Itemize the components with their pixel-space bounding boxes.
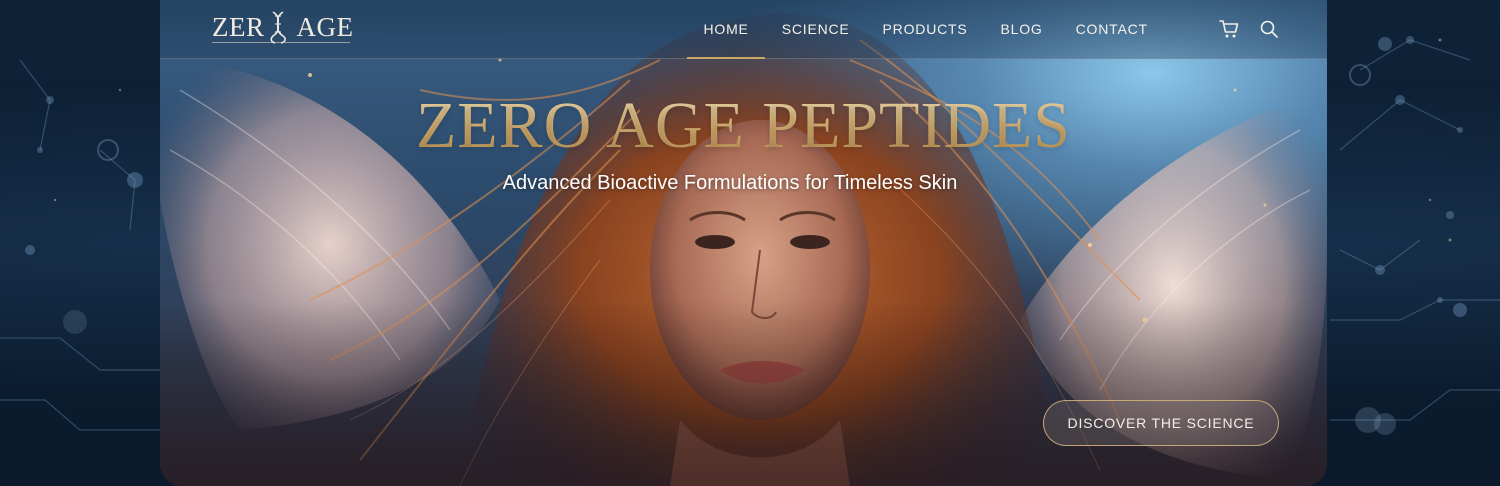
nav-item-home[interactable]: HOME: [687, 0, 766, 59]
hero-banner: ZER AGE HOME SCIENCE PRODUCTS BLOG CONTA…: [160, 0, 1327, 486]
nav-item-contact[interactable]: CONTACT: [1059, 0, 1164, 58]
logo-text-left: ZER: [212, 11, 265, 42]
nav-item-blog[interactable]: BLOG: [984, 0, 1059, 58]
hero-title: ZERO AGE PEPTIDES: [160, 88, 1327, 164]
page: ZER AGE HOME SCIENCE PRODUCTS BLOG CONTA…: [0, 0, 1500, 486]
top-navbar: ZER AGE HOME SCIENCE PRODUCTS BLOG CONTA…: [160, 0, 1327, 59]
logo-underline: [212, 42, 350, 43]
nav-icon-group: [1218, 18, 1280, 40]
search-icon[interactable]: [1258, 18, 1280, 40]
logo-text-right: AGE: [296, 11, 354, 42]
nav-item-science[interactable]: SCIENCE: [765, 0, 866, 58]
nav-menu: HOME SCIENCE PRODUCTS BLOG CONTACT: [687, 0, 1164, 59]
discover-science-button[interactable]: DISCOVER THE SCIENCE: [1043, 400, 1279, 446]
dna-helix-icon: [269, 11, 286, 44]
nav-item-products[interactable]: PRODUCTS: [866, 0, 984, 58]
brand-logo[interactable]: ZER AGE: [212, 10, 354, 44]
hero-subtitle: Advanced Bioactive Formulations for Time…: [502, 172, 958, 194]
cart-icon[interactable]: [1218, 18, 1240, 40]
